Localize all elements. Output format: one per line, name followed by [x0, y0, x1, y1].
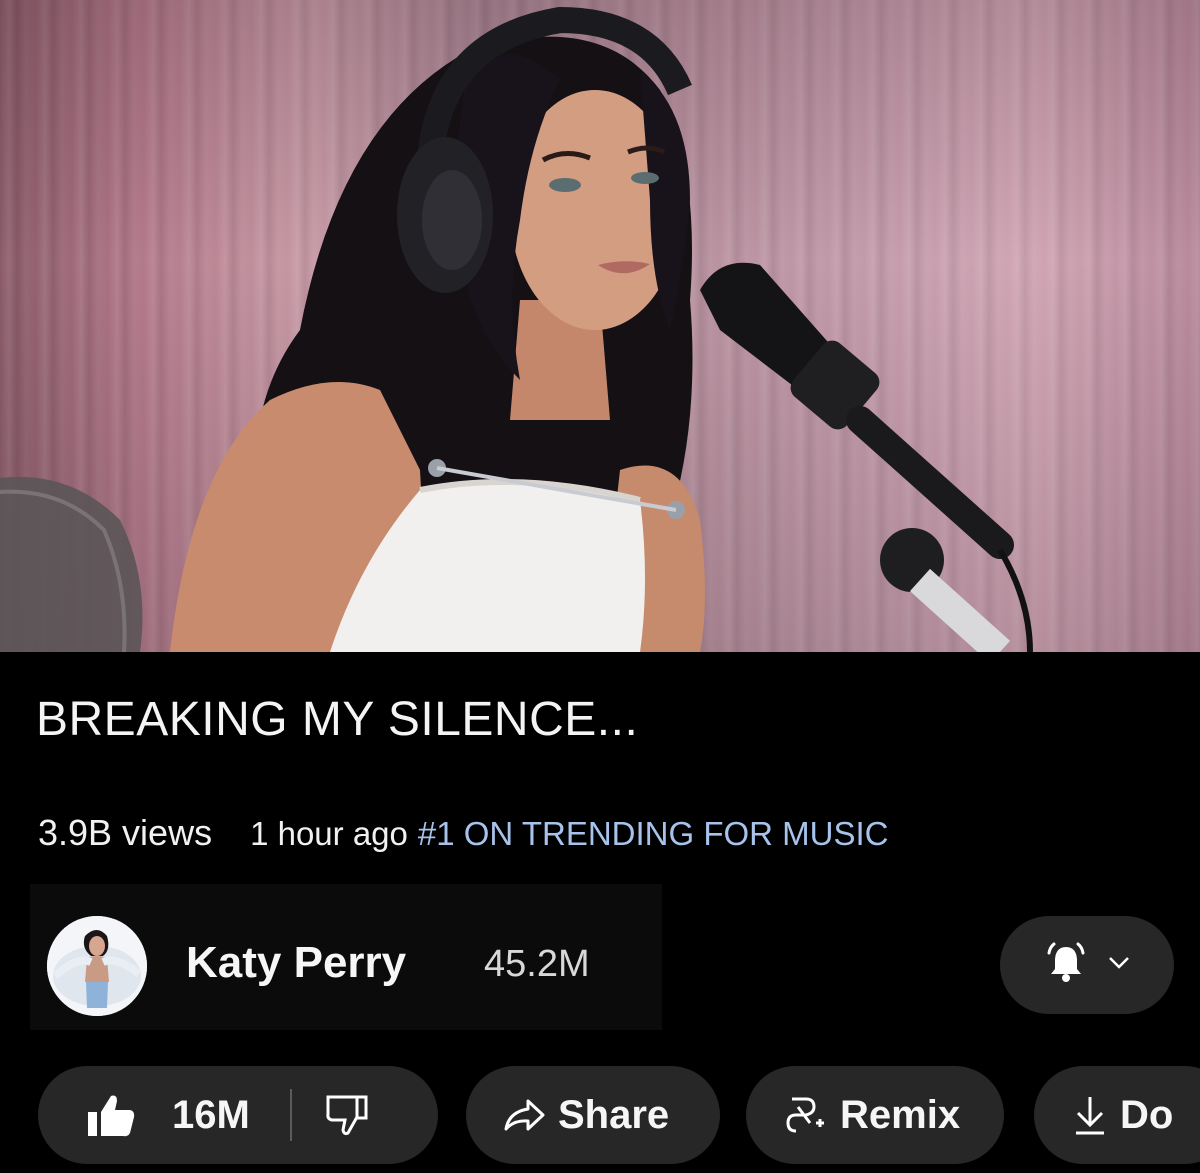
remix-button[interactable]: Remix	[746, 1066, 1004, 1164]
share-arrow-icon	[502, 1097, 546, 1133]
channel-name[interactable]: Katy Perry	[186, 938, 406, 988]
share-label: Share	[558, 1092, 670, 1137]
trending-badge[interactable]: #1 ON TRENDING FOR MUSIC	[418, 815, 889, 852]
channel-avatar[interactable]	[47, 916, 147, 1016]
like-divider	[289, 1089, 292, 1141]
video-frame-illustration	[0, 6, 1033, 652]
like-dislike-group: 16M	[38, 1066, 438, 1164]
remix-icon	[784, 1093, 828, 1137]
avatar-image	[47, 916, 147, 1016]
video-watch-page: BREAKING MY SILENCE... 3.9B views 1 hour …	[0, 0, 1200, 1173]
thumbs-down-icon	[324, 1093, 370, 1137]
video-meta-row[interactable]: 3.9B views 1 hour ago #1 ON TRENDING FOR M…	[38, 812, 889, 854]
subscription-notification-button[interactable]	[1000, 916, 1174, 1014]
video-player[interactable]	[0, 0, 1200, 652]
bell-icon	[1044, 941, 1088, 990]
download-label: Do	[1120, 1092, 1174, 1137]
dislike-button[interactable]	[324, 1093, 370, 1137]
publish-time: 1 hour ago	[250, 815, 408, 852]
share-button[interactable]: Share	[466, 1066, 720, 1164]
subscriber-count: 45.2M	[484, 943, 590, 985]
video-title[interactable]: BREAKING MY SILENCE...	[36, 692, 638, 747]
view-count: 3.9B views	[38, 812, 213, 853]
chevron-down-icon	[1108, 956, 1130, 975]
thumbs-up-icon	[86, 1092, 136, 1138]
like-count: 16M	[172, 1092, 250, 1137]
download-button[interactable]: Do	[1034, 1066, 1200, 1164]
remix-label: Remix	[840, 1092, 961, 1137]
like-button[interactable]: 16M	[86, 1092, 250, 1138]
download-icon	[1072, 1094, 1108, 1136]
